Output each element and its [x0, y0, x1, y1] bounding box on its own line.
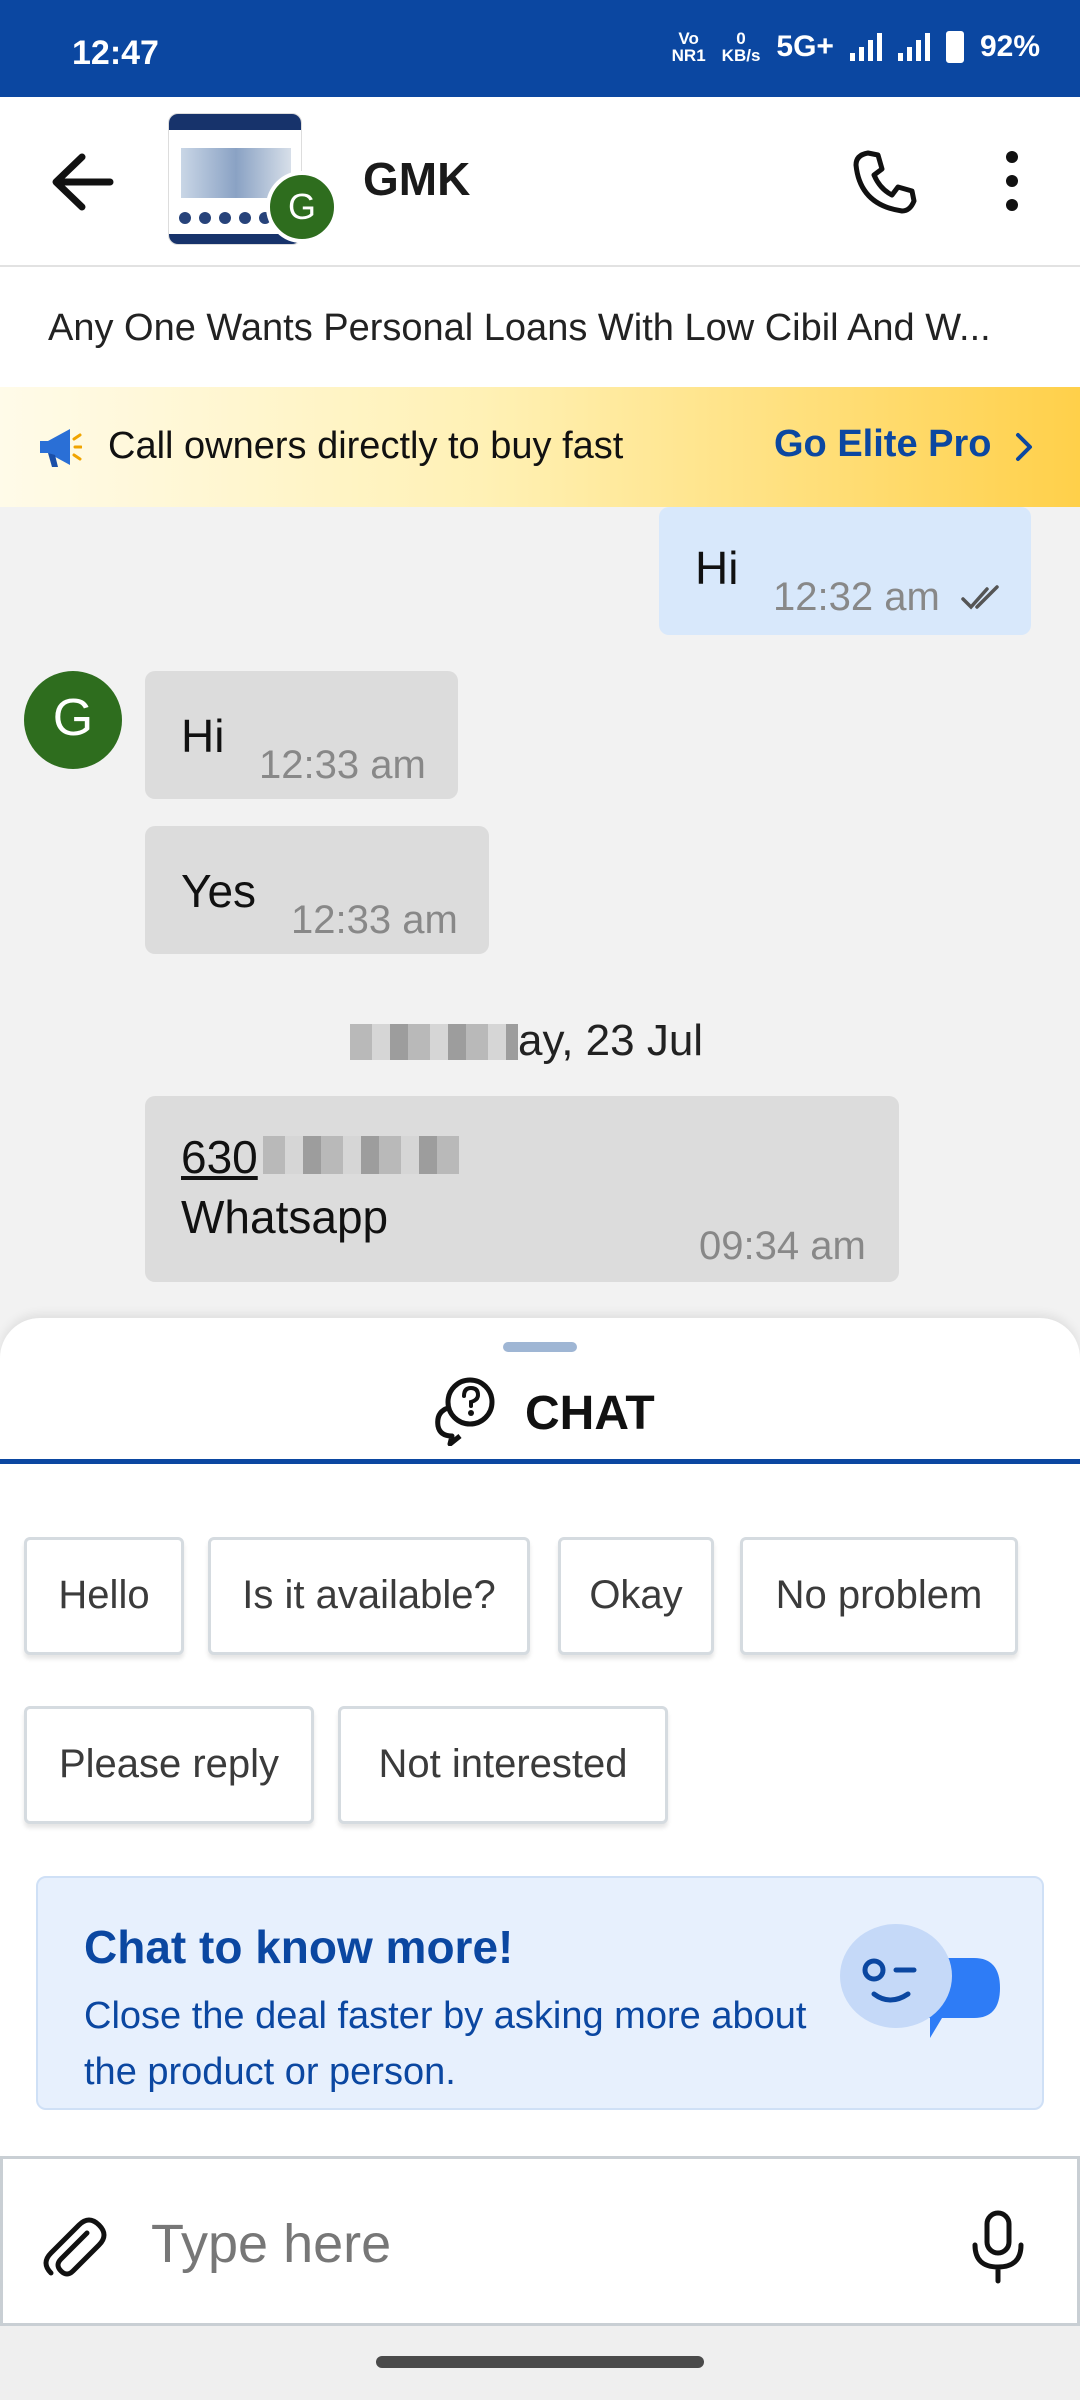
battery-icon: [945, 31, 964, 63]
contact-name[interactable]: GMK: [363, 152, 470, 206]
drag-handle[interactable]: [503, 1342, 577, 1352]
tip-body: Close the deal faster by asking more abo…: [84, 1995, 807, 2093]
banner-text: Call owners directly to buy fast: [108, 425, 624, 467]
speed-unit: KB/s: [721, 46, 761, 65]
attach-icon[interactable]: [39, 2215, 109, 2285]
network-type: 5G+: [776, 30, 834, 63]
listing-title: Any One Wants Personal Loans With Low Ci…: [48, 307, 991, 349]
status-icons: Vo NR1 0 KB/s 5G+ 92%: [672, 30, 1040, 64]
message-text: Yes: [181, 865, 257, 917]
quick-reply-is-it-available[interactable]: Is it available?: [208, 1537, 530, 1655]
message-input[interactable]: Type here: [151, 2213, 391, 2275]
double-check-icon: [961, 585, 999, 610]
tip-title: Chat to know more!: [84, 1921, 514, 1973]
megaphone-icon: [40, 429, 82, 467]
redacted-text: [350, 1024, 518, 1060]
elite-pro-banner[interactable]: Call owners directly to buy fast Go Elit…: [0, 387, 1080, 507]
gesture-nav-bar: [0, 2326, 1080, 2400]
chevron-right-icon: [1016, 433, 1032, 461]
message-composer: Type here: [0, 2156, 1080, 2326]
speed-value: 0: [736, 29, 746, 48]
listing-subject[interactable]: Any One Wants Personal Loans With Low Ci…: [0, 267, 1080, 387]
quick-reply-not-interested[interactable]: Not interested: [338, 1706, 668, 1824]
go-elite-pro-link[interactable]: Go Elite Pro: [774, 423, 991, 466]
message-incoming[interactable]: Yes 12:33 am: [145, 826, 489, 954]
message-text: Hi: [181, 710, 225, 762]
battery-level: 92%: [979, 30, 1040, 63]
message-incoming[interactable]: 630 Whatsapp 09:34 am: [145, 1096, 899, 1282]
message-text: Whatsapp: [181, 1191, 389, 1243]
volte-bottom: NR1: [671, 46, 706, 65]
signal-icon-2: [897, 33, 930, 61]
message-time: 09:34 am: [699, 1224, 866, 1268]
home-indicator[interactable]: [376, 2356, 704, 2368]
more-vert-icon[interactable]: [996, 151, 1028, 215]
phone-icon[interactable]: [850, 147, 920, 217]
message-outgoing[interactable]: Hi 12:32 am: [659, 507, 1031, 635]
redacted-number: [263, 1136, 459, 1174]
message-text: Hi: [695, 542, 739, 594]
volte-icon: Vo NR1: [672, 30, 706, 64]
mic-icon[interactable]: [963, 2209, 1033, 2285]
date-separator: ay, 23 Jul: [518, 1016, 704, 1065]
quick-reply-okay[interactable]: Okay: [558, 1537, 714, 1655]
message-incoming[interactable]: Hi 12:33 am: [145, 671, 458, 799]
mascot-icon: [840, 1924, 1000, 2038]
message-time: 12:33 am: [291, 898, 458, 942]
quick-reply-no-problem[interactable]: No problem: [740, 1537, 1018, 1655]
message-time: 12:32 am: [773, 575, 940, 619]
status-bar: 12:47 Vo NR1 0 KB/s 5G+ 92%: [0, 0, 1080, 97]
tab-chat[interactable]: CHAT: [0, 1356, 1080, 1464]
contact-avatar-chat[interactable]: G: [24, 671, 122, 769]
quick-reply-hello[interactable]: Hello: [24, 1537, 184, 1655]
speed-indicator: 0 KB/s: [722, 30, 761, 64]
message-time: 12:33 am: [259, 743, 426, 787]
volte-top: Vo: [678, 29, 699, 48]
phone-number-link[interactable]: 630: [181, 1130, 258, 1184]
chat-header: G GMK: [0, 97, 1080, 267]
chat-question-icon: [435, 1377, 495, 1446]
contact-avatar[interactable]: G: [266, 171, 338, 243]
back-arrow-icon[interactable]: [48, 149, 118, 215]
tab-chat-label: CHAT: [525, 1387, 655, 1440]
chat-tip-card: Chat to know more! Close the deal faster…: [36, 1876, 1044, 2110]
status-time: 12:47: [72, 34, 159, 72]
signal-icon: [849, 33, 882, 61]
quick-reply-please-reply[interactable]: Please reply: [24, 1706, 314, 1824]
